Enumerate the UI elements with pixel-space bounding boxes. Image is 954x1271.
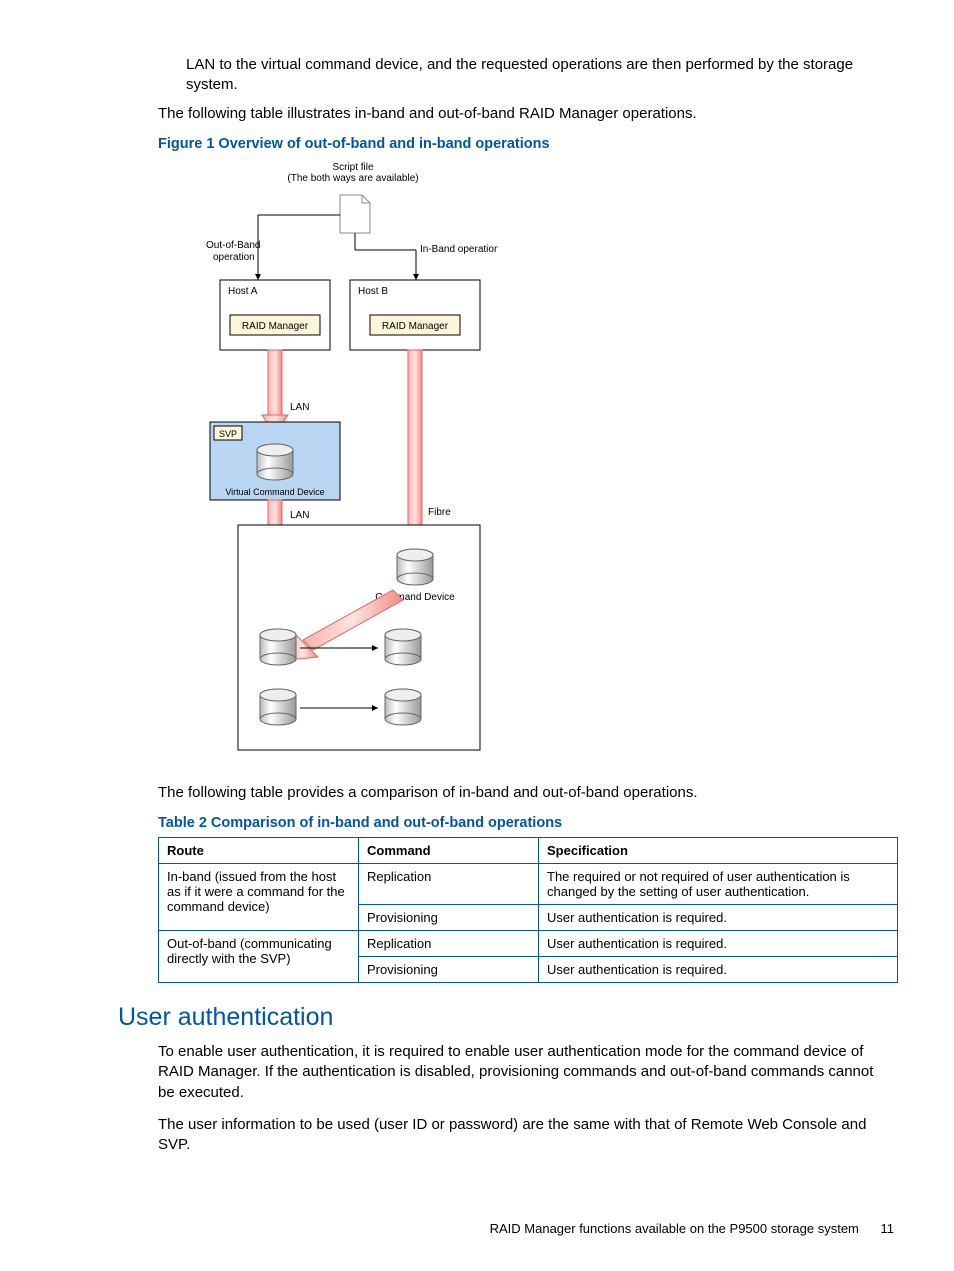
paragraph-auth-1: To enable user authentication, it is req… — [158, 1042, 894, 1103]
paragraph-intro-continued: LAN to the virtual command device, and t… — [186, 55, 894, 96]
td-spec: The required or not required of user aut… — [539, 864, 898, 905]
arrow-red-b — [402, 350, 428, 550]
table-caption: Table 2 Comparison of in-band and out-of… — [158, 815, 894, 831]
table-row: In-band (issued from the host as if it w… — [159, 864, 898, 905]
label-vcd: Virtual Command Device — [225, 487, 324, 497]
label-script-file-1: Script file — [332, 162, 374, 173]
label-inband: In-Band operation — [420, 244, 498, 255]
cylinder-bl2 — [260, 689, 296, 725]
label-lan-1: LAN — [290, 402, 309, 413]
cylinder-vcd — [257, 444, 293, 480]
label-svp: SVP — [219, 429, 237, 439]
cylinder-br2 — [385, 689, 421, 725]
comparison-table: Route Command Specification In-band (iss… — [158, 837, 898, 983]
td-cmd: Provisioning — [359, 905, 539, 931]
th-route: Route — [159, 838, 359, 864]
page-footer: RAID Manager functions available on the … — [490, 1221, 894, 1236]
label-raid-mgr-a: RAID Manager — [242, 321, 309, 332]
td-outband-route: Out-of-band (communicating directly with… — [159, 931, 359, 983]
table-row: Route Command Specification — [159, 838, 898, 864]
footer-text: RAID Manager functions available on the … — [490, 1221, 859, 1236]
td-cmd: Provisioning — [359, 957, 539, 983]
label-host-b: Host B — [358, 286, 388, 297]
label-outband-1: Out-of-Band — [206, 240, 260, 251]
td-spec: User authentication is required. — [539, 905, 898, 931]
paragraph-table-intro: The following table illustrates in-band … — [158, 104, 894, 124]
label-host-a: Host A — [228, 286, 258, 297]
paragraph-comparison-intro: The following table provides a compariso… — [158, 783, 894, 803]
page-number: 11 — [881, 1221, 895, 1236]
label-outband-2: operation — [213, 252, 255, 263]
td-spec: User authentication is required. — [539, 957, 898, 983]
label-script-file-2: (The both ways are available) — [287, 173, 418, 184]
th-command: Command — [359, 838, 539, 864]
td-inband-route: In-band (issued from the host as if it w… — [159, 864, 359, 931]
label-fibre: Fibre — [428, 507, 451, 518]
figure-diagram: Script file (The both ways are available… — [178, 160, 894, 765]
cylinder-br1 — [385, 629, 421, 665]
td-cmd: Replication — [359, 931, 539, 957]
section-heading-user-auth: User authentication — [118, 1003, 894, 1032]
document-icon — [340, 195, 370, 233]
cylinder-cmddev — [397, 549, 433, 585]
label-lan-2: LAN — [290, 510, 309, 521]
figure-caption: Figure 1 Overview of out-of-band and in-… — [158, 136, 894, 152]
td-spec: User authentication is required. — [539, 931, 898, 957]
diagram-svg: Script file (The both ways are available… — [178, 160, 498, 760]
td-cmd: Replication — [359, 864, 539, 905]
label-raid-mgr-b: RAID Manager — [382, 321, 449, 332]
paragraph-auth-2: The user information to be used (user ID… — [158, 1115, 894, 1156]
cylinder-bl1 — [260, 629, 296, 665]
th-spec: Specification — [539, 838, 898, 864]
table-row: Out-of-band (communicating directly with… — [159, 931, 898, 957]
